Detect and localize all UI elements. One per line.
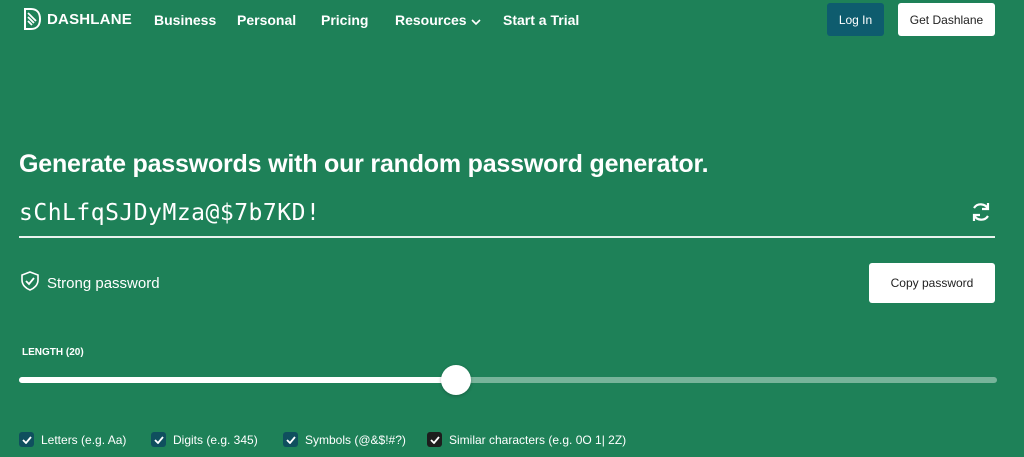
nav-link-personal[interactable]: Personal [237,12,296,28]
shield-check-icon [21,271,39,295]
length-label: LENGTH (20) [22,347,84,358]
page-title: Generate passwords with our random passw… [19,150,709,178]
copy-password-button[interactable]: Copy password [869,263,995,303]
slider-fill [19,377,457,383]
login-button[interactable]: Log In [827,3,884,36]
chevron-down-icon [471,13,481,29]
checkmark-icon [429,435,440,444]
nav-link-start-trial[interactable]: Start a Trial [503,12,579,28]
digits-checkbox[interactable] [151,432,166,447]
length-slider[interactable] [19,365,997,395]
refresh-icon[interactable] [969,200,993,229]
checkmark-icon [153,435,164,444]
option-symbols[interactable]: Symbols (@&$!#?) [283,432,406,447]
nav-link-business[interactable]: Business [154,12,216,28]
password-field[interactable]: sChLfqSJDyMza@$7b7KD! [19,196,995,238]
nav-link-pricing[interactable]: Pricing [321,12,368,28]
top-navigation: DASHLANE Business Personal Pricing Resou… [0,0,1024,40]
get-dashlane-button[interactable]: Get Dashlane [898,3,995,36]
letters-label: Letters (e.g. Aa) [41,432,127,447]
dashlane-logo-icon [24,8,41,30]
similar-characters-checkbox[interactable] [427,432,442,447]
generated-password[interactable]: sChLfqSJDyMza@$7b7KD! [19,200,320,226]
checkmark-icon [285,435,296,444]
option-digits[interactable]: Digits (e.g. 345) [151,432,258,447]
strength-label: Strong password [47,274,160,292]
option-letters[interactable]: Letters (e.g. Aa) [19,432,126,447]
digits-label: Digits (e.g. 345) [173,432,258,447]
logo-text: DASHLANE [47,10,132,28]
similar-characters-label: Similar characters (e.g. 0O 1| 2Z) [449,432,627,447]
letters-checkbox[interactable] [19,432,34,447]
symbols-checkbox[interactable] [283,432,298,447]
option-similar-characters[interactable]: Similar characters (e.g. 0O 1| 2Z) [427,432,626,447]
dashlane-logo[interactable]: DASHLANE [24,8,132,30]
symbols-label: Symbols (@&$!#?) [305,432,406,447]
password-strength: Strong password [21,271,160,295]
nav-link-resources[interactable]: Resources [395,12,481,29]
nav-link-resources-label: Resources [395,12,467,28]
slider-thumb[interactable] [441,365,472,395]
checkmark-icon [21,435,32,444]
